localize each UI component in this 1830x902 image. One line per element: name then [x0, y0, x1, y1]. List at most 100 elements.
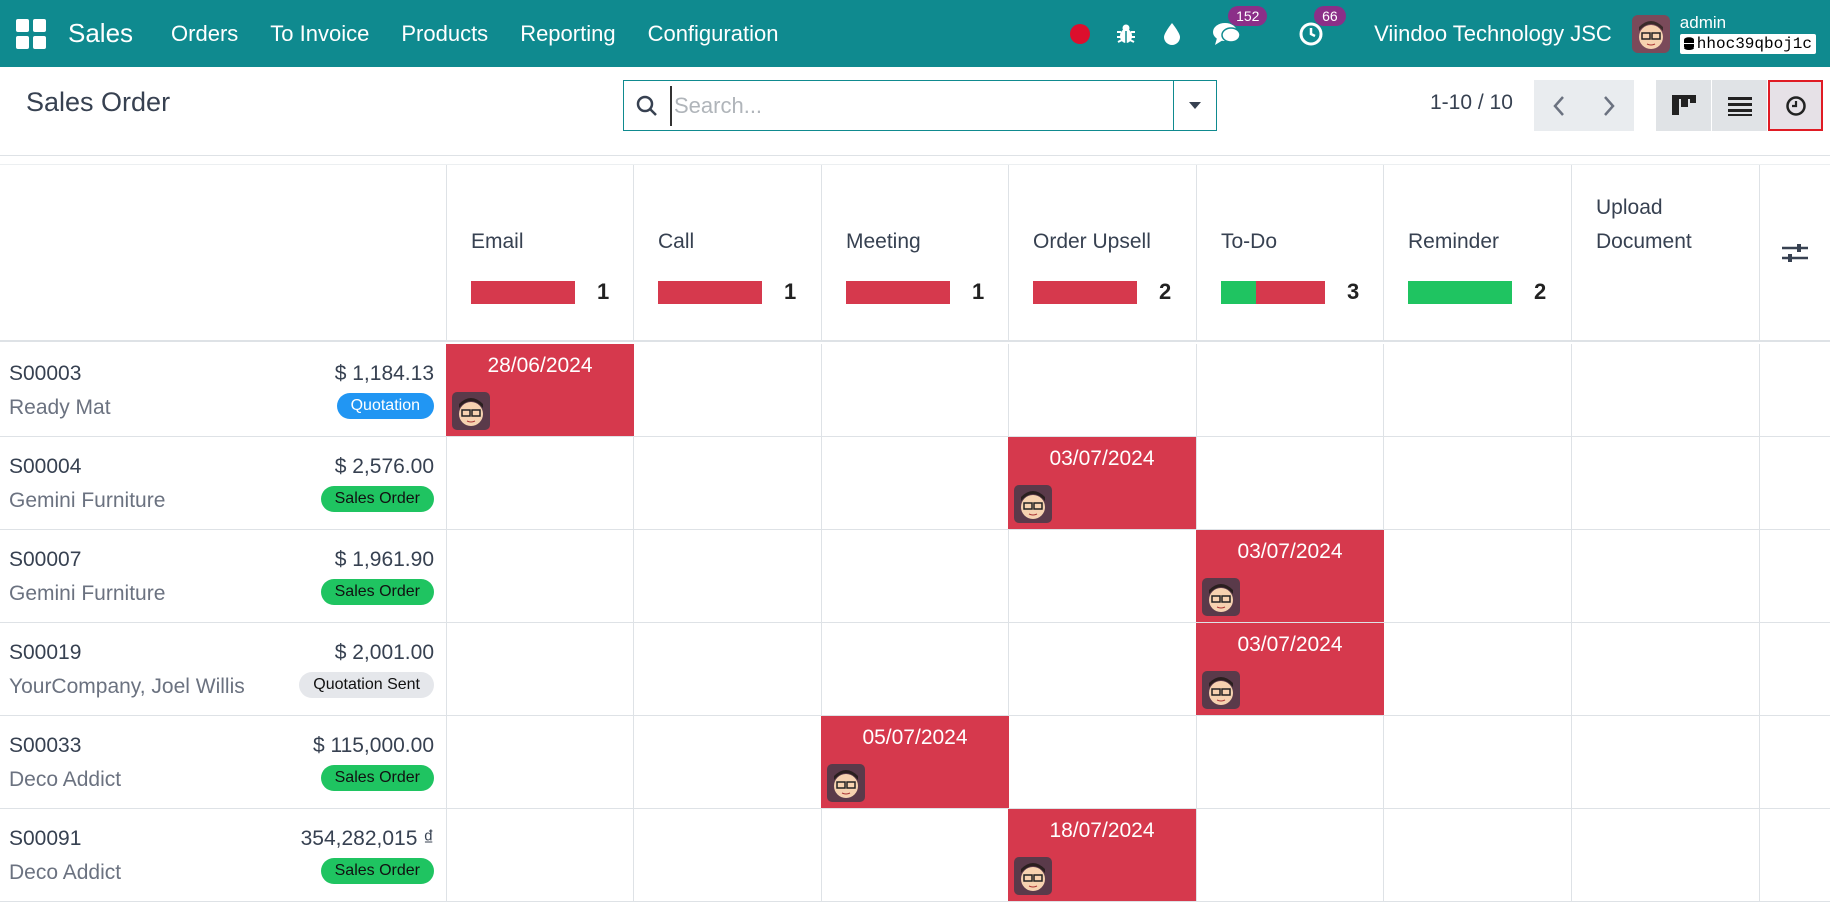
column-settings[interactable]	[1759, 165, 1830, 340]
grid-divider	[446, 530, 447, 622]
record-indicator-icon[interactable]	[1070, 23, 1091, 44]
grid-divider	[1759, 530, 1760, 622]
grid-divider	[1759, 437, 1760, 529]
record-partner: Gemini Furniture	[9, 489, 166, 512]
record-row: S00004 Gemini Furniture $ 2,576.00 Sales Or…	[0, 437, 1830, 530]
search-options-toggle[interactable]	[1173, 81, 1216, 130]
progress-segment	[846, 281, 950, 304]
apps-menu-icon[interactable]	[16, 18, 46, 49]
activity-count: 2	[1159, 279, 1172, 304]
progress-segment	[1255, 281, 1325, 304]
progress-segment	[1408, 281, 1512, 304]
database-name: hhoc39qboj1c	[1679, 33, 1816, 54]
activity-column-header[interactable]: Reminder 2	[1383, 165, 1570, 340]
grid-divider	[1008, 530, 1009, 622]
assignee-avatar	[452, 392, 490, 430]
activity-type-label: Reminder	[1408, 230, 1500, 253]
record-row: S00033 Deco Addict $ 115,000.00 Sales Order…	[0, 716, 1830, 809]
menu-orders[interactable]: Orders	[171, 21, 238, 47]
grid-divider	[1571, 623, 1572, 715]
activity-column-header[interactable]: Call 1	[633, 165, 820, 340]
record-amount: $ 2,001.00	[334, 641, 434, 664]
user-name: admin	[1679, 12, 1727, 32]
kanban-icon	[1671, 94, 1696, 115]
pager-value[interactable]: 1-10 / 10	[1430, 91, 1513, 115]
record-name[interactable]: S00091	[9, 827, 81, 851]
grid-divider	[446, 716, 447, 808]
caret-down-icon	[1189, 101, 1201, 109]
activity-column-header[interactable]: Email 1	[446, 165, 633, 340]
activity-cell[interactable]: 18/07/2024	[1008, 809, 1196, 901]
grid-divider	[821, 809, 822, 901]
clock-icon	[1785, 95, 1806, 116]
activity-header-row: Upload Document Reminder 2 To-Do 3 Order Upse…	[0, 164, 1830, 342]
grid-divider	[446, 623, 447, 715]
grid-divider	[633, 809, 634, 901]
activity-column-header[interactable]: Meeting 1	[821, 165, 1008, 340]
grid-divider	[1571, 437, 1572, 529]
activity-view-button[interactable]	[1768, 80, 1823, 131]
grid-divider	[1196, 716, 1197, 808]
grid-divider	[1196, 344, 1197, 436]
menu-reporting[interactable]: Reporting	[520, 21, 615, 47]
search-input[interactable]	[670, 85, 1173, 126]
list-view-button[interactable]	[1712, 80, 1767, 131]
theme-drop-icon[interactable]	[1162, 22, 1182, 46]
status-badge: Sales Order	[320, 486, 434, 512]
activity-progress-bar[interactable]	[846, 281, 950, 304]
menu-products[interactable]: Products	[401, 21, 488, 47]
record-row: S00003 Ready Mat $ 1,184.13 Quotation 28/06/…	[0, 344, 1830, 437]
activity-progress-bar[interactable]	[658, 281, 762, 304]
record-name[interactable]: S00019	[9, 641, 81, 665]
user-menu[interactable]: admin hhoc39qboj1c	[1679, 12, 1816, 54]
activity-column-header[interactable]: Order Upsell 2	[1008, 165, 1195, 340]
bug-icon[interactable]	[1114, 22, 1138, 46]
activity-deadline: 05/07/2024	[862, 726, 968, 749]
chevron-right-icon	[1604, 95, 1615, 116]
menu-to-invoice[interactable]: To Invoice	[270, 21, 369, 47]
top-navbar: Sales Orders To Invoice Products Reporti…	[0, 0, 1830, 67]
activity-type-label: Upload Document	[1596, 196, 1692, 253]
grid-divider	[821, 437, 822, 529]
activity-progress-bar[interactable]	[471, 281, 575, 304]
activity-cell[interactable]: 03/07/2024	[1196, 530, 1384, 622]
activity-progress-bar[interactable]	[1033, 281, 1137, 304]
record-name[interactable]: S00004	[9, 455, 81, 479]
status-badge: Quotation Sent	[299, 672, 434, 698]
activity-cell[interactable]: 03/07/2024	[1008, 437, 1196, 529]
pager-previous-button[interactable]	[1534, 80, 1584, 131]
pager-next-button[interactable]	[1584, 80, 1634, 131]
control-panel: Sales Order 1-10 / 10	[0, 67, 1830, 156]
activity-cell[interactable]: 05/07/2024	[821, 716, 1009, 808]
record-name[interactable]: S00007	[9, 548, 81, 572]
grid-divider	[1571, 344, 1572, 436]
company-switcher[interactable]: Viindoo Technology JSC	[1374, 21, 1612, 47]
grid-divider	[1759, 809, 1760, 901]
activity-cell[interactable]: 28/06/2024	[446, 344, 634, 436]
grid-divider	[446, 437, 447, 529]
activity-count: 1	[972, 279, 985, 304]
assignee-avatar	[827, 764, 865, 802]
grid-divider	[1383, 344, 1384, 436]
kanban-view-button[interactable]	[1656, 80, 1711, 131]
record-name[interactable]: S00033	[9, 734, 81, 758]
record-name[interactable]: S00003	[9, 362, 81, 386]
activity-progress-bar[interactable]	[1221, 281, 1325, 304]
user-avatar[interactable]	[1631, 14, 1670, 53]
activity-type-label: Call	[658, 230, 695, 253]
sliders-icon	[1782, 243, 1808, 262]
app-brand[interactable]: Sales	[68, 18, 133, 49]
activity-progress-bar[interactable]	[1408, 281, 1512, 304]
activity-cell[interactable]: 03/07/2024	[1196, 623, 1384, 715]
grid-divider	[1196, 809, 1197, 901]
activity-column-header[interactable]: To-Do 3	[1196, 165, 1383, 340]
activity-type-label: Order Upsell	[1033, 230, 1151, 253]
activities-count-badge: 66	[1314, 5, 1346, 26]
activities-clock-icon[interactable]: 66	[1298, 5, 1346, 47]
page-title: Sales Order	[26, 87, 171, 117]
activity-column-header[interactable]: Upload Document	[1571, 165, 1758, 340]
messages-icon[interactable]: 152	[1212, 5, 1268, 47]
menu-configuration[interactable]: Configuration	[648, 21, 779, 47]
database-icon	[1683, 37, 1694, 50]
grid-divider	[1571, 716, 1572, 808]
